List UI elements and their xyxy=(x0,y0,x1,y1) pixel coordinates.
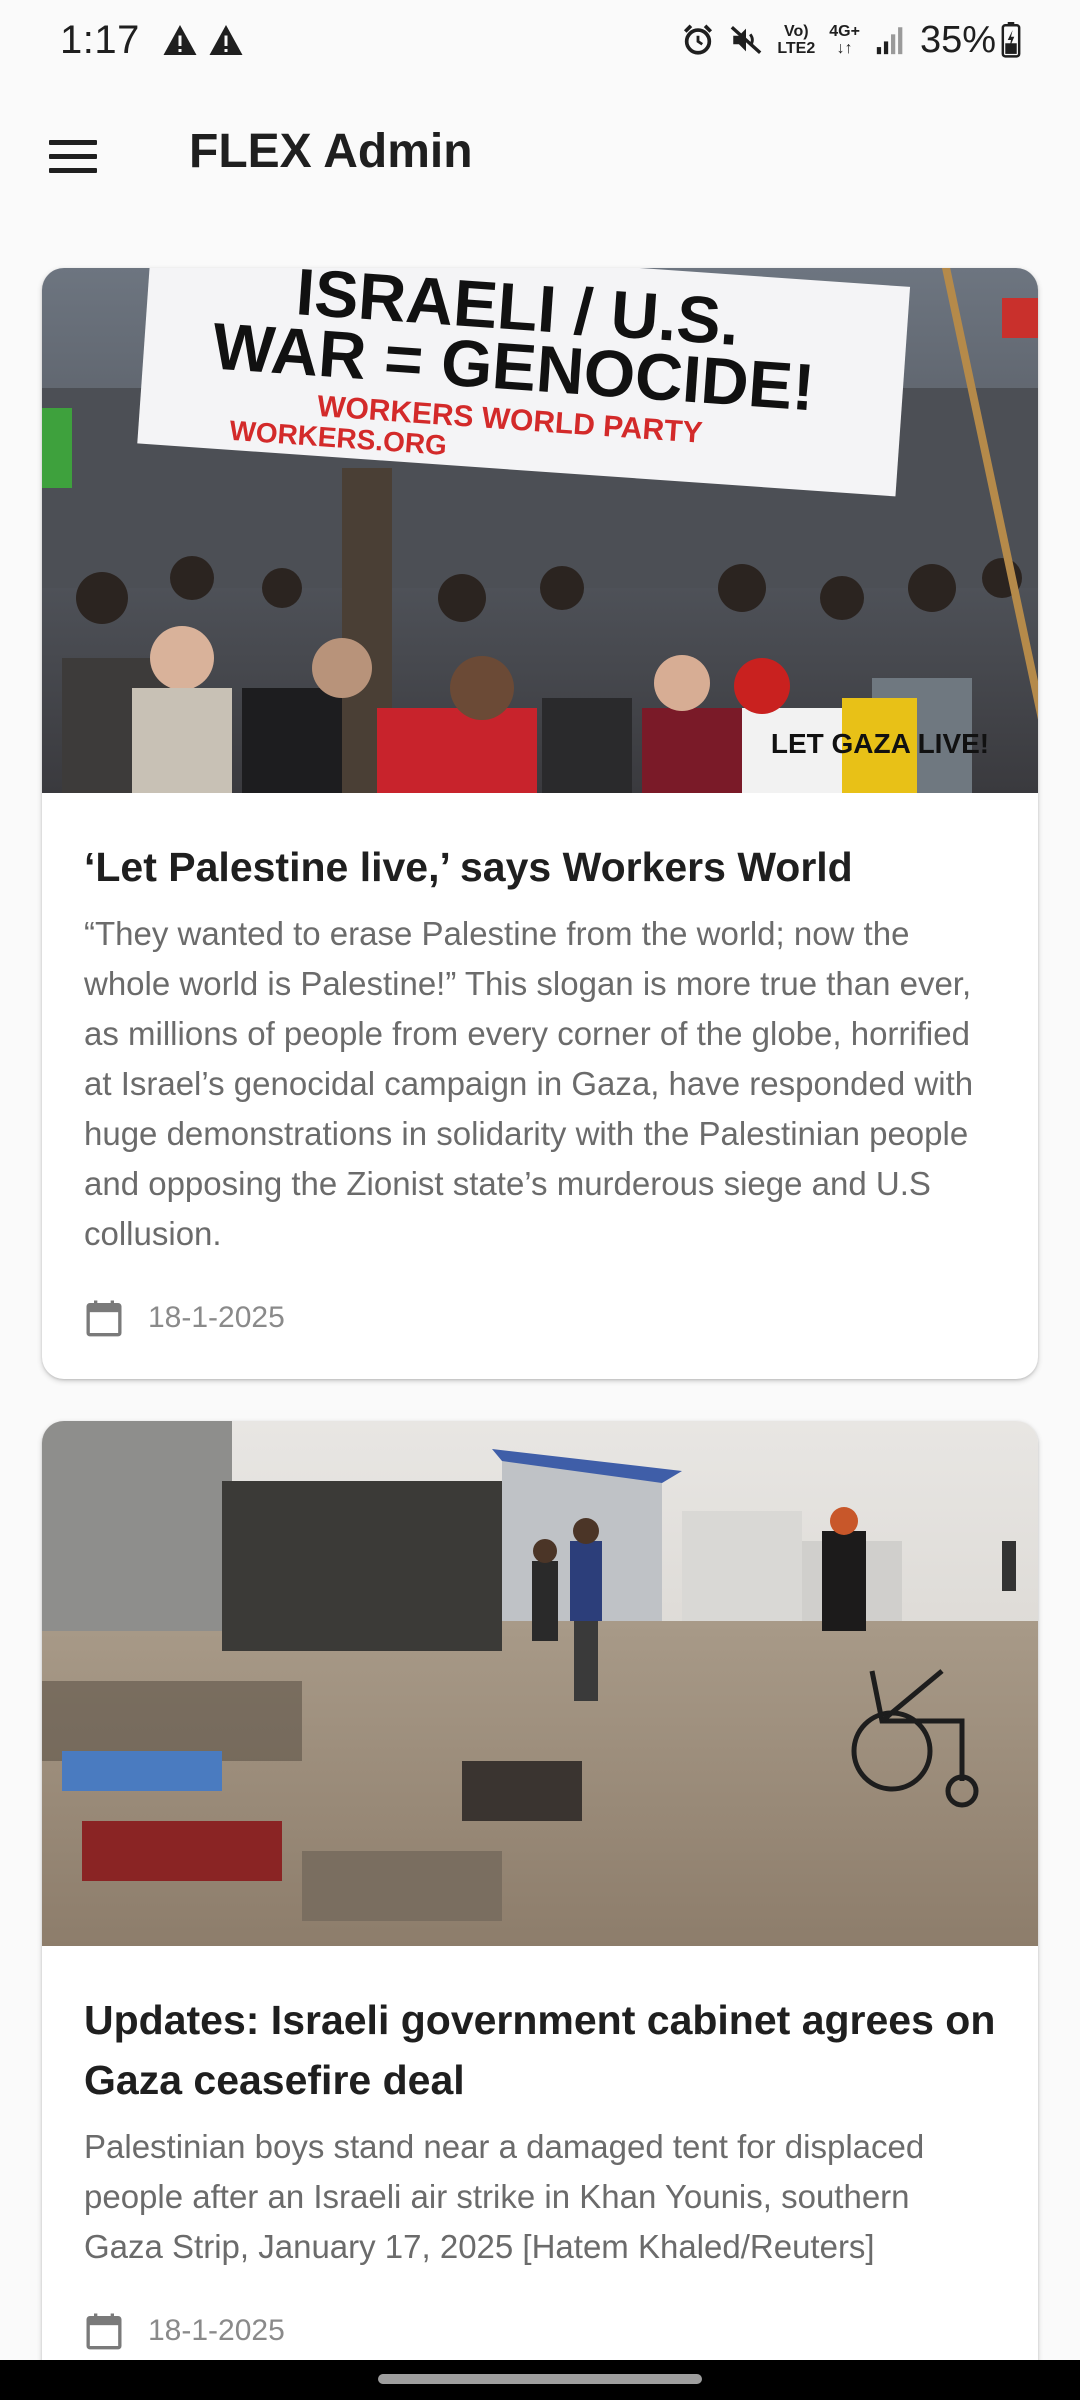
let-gaza-live-sign: LET GAZA LIVE! xyxy=(771,728,989,759)
menu-line xyxy=(49,139,97,145)
signal-icon xyxy=(876,27,903,55)
article-description: “They wanted to erase Palestine from the… xyxy=(84,915,974,1252)
system-nav-bar xyxy=(0,2360,1080,2400)
calendar-icon xyxy=(86,2313,122,2350)
article-date: 18-1-2025 xyxy=(148,2314,285,2347)
volte-label-top: Vo) xyxy=(783,23,809,40)
battery-percent: 35% xyxy=(919,18,996,61)
article-title[interactable]: Updates: Israeli government cabinet agre… xyxy=(84,1990,996,2110)
warning-icon xyxy=(209,25,243,55)
news-feed[interactable]: LET GAZA LIVE! ISRAELI / U.S. WAR = GENO… xyxy=(42,268,1038,2400)
data-arrows-icon: ↓↑ xyxy=(836,40,853,57)
status-bar: 1:17 Vo) LTE2 4G+ ↓↑ 35% xyxy=(0,0,1080,80)
alarm-icon xyxy=(684,24,713,55)
article-card[interactable]: LET GAZA LIVE! ISRAELI / U.S. WAR = GENO… xyxy=(42,268,1038,1379)
battery-icon xyxy=(1001,22,1021,58)
home-indicator[interactable] xyxy=(378,2374,702,2384)
article-body: ‘Let Palestine live,’ says Workers World… xyxy=(42,793,1038,1379)
calendar-icon xyxy=(86,1300,122,1337)
app-bar: FLEX Admin xyxy=(0,80,1080,228)
article-date-row: 18-1-2025 xyxy=(84,2310,996,2352)
mute-icon xyxy=(731,25,762,55)
warning-icon xyxy=(163,25,197,55)
status-left: 1:17 xyxy=(60,18,254,63)
app-screen: 1:17 Vo) LTE2 4G+ ↓↑ 35% FLEX Admin LET … xyxy=(0,0,1080,2400)
article-date: 18-1-2025 xyxy=(148,1301,285,1334)
hamburger-menu-icon[interactable] xyxy=(30,116,116,196)
article-image-gaza-damage[interactable] xyxy=(42,1421,1038,1946)
volte-indicator: Vo) LTE2 xyxy=(777,23,815,57)
menu-line xyxy=(49,167,97,173)
article-body: Updates: Israeli government cabinet agre… xyxy=(42,1946,1038,2392)
article-date-row: 18-1-2025 xyxy=(84,1297,996,1339)
article-description: Palestinian boys stand near a damaged te… xyxy=(84,2128,925,2265)
page-title: FLEX Admin xyxy=(189,125,473,178)
network-indicator: 4G+ ↓↑ xyxy=(829,23,860,57)
article-card[interactable]: Updates: Israeli government cabinet agre… xyxy=(42,1421,1038,2392)
status-time: 1:17 xyxy=(60,17,140,62)
volte-label-bottom: LTE2 xyxy=(777,40,816,57)
article-title[interactable]: ‘Let Palestine live,’ says Workers World xyxy=(84,837,996,897)
network-label: 4G+ xyxy=(829,23,860,40)
menu-line xyxy=(49,153,97,159)
article-image-protest[interactable]: LET GAZA LIVE! ISRAELI / U.S. WAR = GENO… xyxy=(42,268,1038,793)
status-right: Vo) LTE2 4G+ ↓↑ 35% xyxy=(667,19,1022,62)
